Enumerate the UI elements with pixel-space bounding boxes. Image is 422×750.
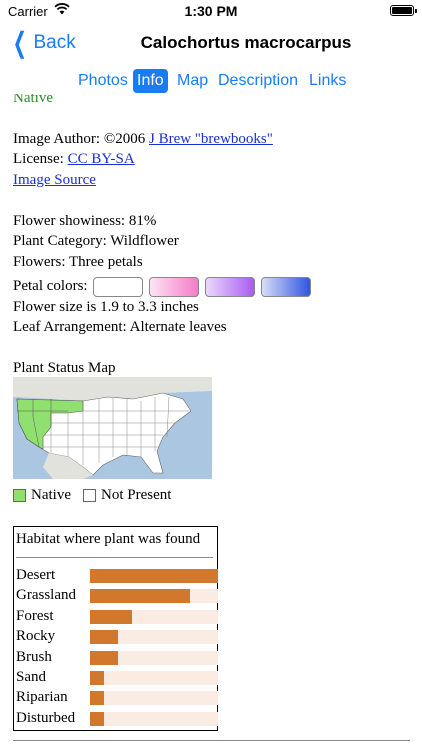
habitat-bar-track — [90, 691, 218, 706]
habitat-row: Grassland — [16, 585, 218, 605]
habitat-row: Brush — [16, 647, 218, 667]
clock: 1:30 PM — [184, 3, 238, 19]
plant-status-map — [13, 377, 212, 479]
habitat-row: Disturbed — [16, 708, 218, 728]
petal-color-swatch-pink — [149, 276, 200, 297]
legend-native-label: Native — [31, 487, 71, 503]
habitat-bar — [90, 650, 119, 665]
habitat-bar — [90, 711, 105, 726]
not-present-legend-swatch — [82, 488, 96, 502]
tab-photos[interactable]: Photos — [74, 69, 132, 93]
image-source-link[interactable]: Image Source — [13, 172, 96, 188]
habitat-label: Brush — [16, 648, 52, 665]
author-year: ©2006 — [103, 131, 149, 147]
navigation-bar: ❮ Back Calochortus macrocarpus — [0, 22, 422, 66]
petal-colors-label: Petal colors: — [13, 278, 88, 294]
habitat-label: Forest — [16, 607, 54, 624]
status-map-title: Plant Status Map — [13, 360, 116, 376]
author-link[interactable]: J Brew "brewbooks" — [149, 131, 273, 147]
back-button[interactable]: ❮ Back — [8, 27, 76, 58]
habitat-bar — [90, 609, 133, 624]
chevron-left-icon: ❮ — [12, 27, 27, 58]
tab-description[interactable]: Description — [214, 69, 302, 93]
habitat-row: Forest — [16, 606, 218, 626]
habitat-bar — [90, 630, 119, 645]
image-source-line: Image Source — [13, 170, 96, 190]
habitat-bar-track — [90, 589, 218, 604]
habitat-bar — [90, 589, 190, 604]
status-bar: Carrier 1:30 PM — [0, 0, 422, 22]
habitat-bar-track — [90, 650, 218, 665]
habitat-row: Sand — [16, 667, 218, 687]
page-title: Calochortus macrocarpus — [140, 33, 352, 52]
petal-color-swatch-blue — [260, 276, 311, 297]
habitat-row: Desert — [16, 565, 218, 585]
habitat-label: Riparian — [16, 689, 68, 706]
license-label: License: — [13, 151, 68, 167]
habitat-label: Grassland — [16, 587, 76, 604]
habitat-label: Disturbed — [16, 709, 76, 726]
habitat-bar — [90, 671, 105, 685]
habitat-bar-track — [90, 711, 218, 726]
habitat-bar-track — [90, 671, 218, 685]
habitat-table: Habitat where plant was found Desert Gras… — [13, 526, 218, 731]
habitat-label: Desert — [16, 567, 56, 583]
habitat-bar-track — [90, 609, 218, 624]
tab-map[interactable]: Map — [173, 69, 212, 93]
legend-not-present-label: Not Present — [100, 487, 172, 503]
leaf-arrangement: Leaf Arrangement: Alternate leaves — [13, 319, 227, 335]
battery-icon — [390, 5, 417, 16]
habitat-divider — [16, 557, 213, 558]
habitat-bar-track — [90, 569, 218, 583]
petal-color-swatch-purple — [204, 276, 255, 297]
author-label: Image Author: — [13, 131, 104, 147]
petal-colors-row: Petal colors: — [13, 276, 311, 297]
native-legend-swatch — [13, 488, 26, 502]
map-legend: Native Not Present — [13, 485, 171, 505]
habitat-label: Rocky — [16, 628, 56, 645]
license-link[interactable]: CC BY-SA — [68, 151, 135, 167]
plant-category: Plant Category: Wildflower — [13, 233, 179, 249]
habitat-row: Riparian — [16, 687, 218, 707]
habitat-title: Habitat where plant was found — [16, 531, 201, 547]
bottom-divider — [13, 740, 410, 741]
habitat-label: Sand — [16, 669, 46, 685]
back-label: Back — [33, 32, 76, 53]
tab-links[interactable]: Links — [305, 69, 350, 93]
flowers-type: Flowers: Three petals — [13, 254, 143, 270]
tab-info[interactable]: Info — [133, 69, 168, 93]
petal-color-swatch-white — [93, 276, 144, 297]
habitat-bar — [90, 691, 105, 706]
flower-size: Flower size is 1.9 to 3.3 inches — [13, 299, 199, 315]
habitat-bar — [90, 569, 218, 583]
image-author-line: Image Author: ©2006 J Brew "brewbooks" — [13, 129, 273, 149]
habitat-bar-track — [90, 630, 218, 645]
habitat-row: Rocky — [16, 626, 218, 646]
license-line: License: CC BY-SA — [13, 149, 135, 169]
flower-showiness: Flower showiness: 81% — [13, 213, 157, 229]
tab-bar: Photos Info Map Description Links — [0, 66, 422, 96]
